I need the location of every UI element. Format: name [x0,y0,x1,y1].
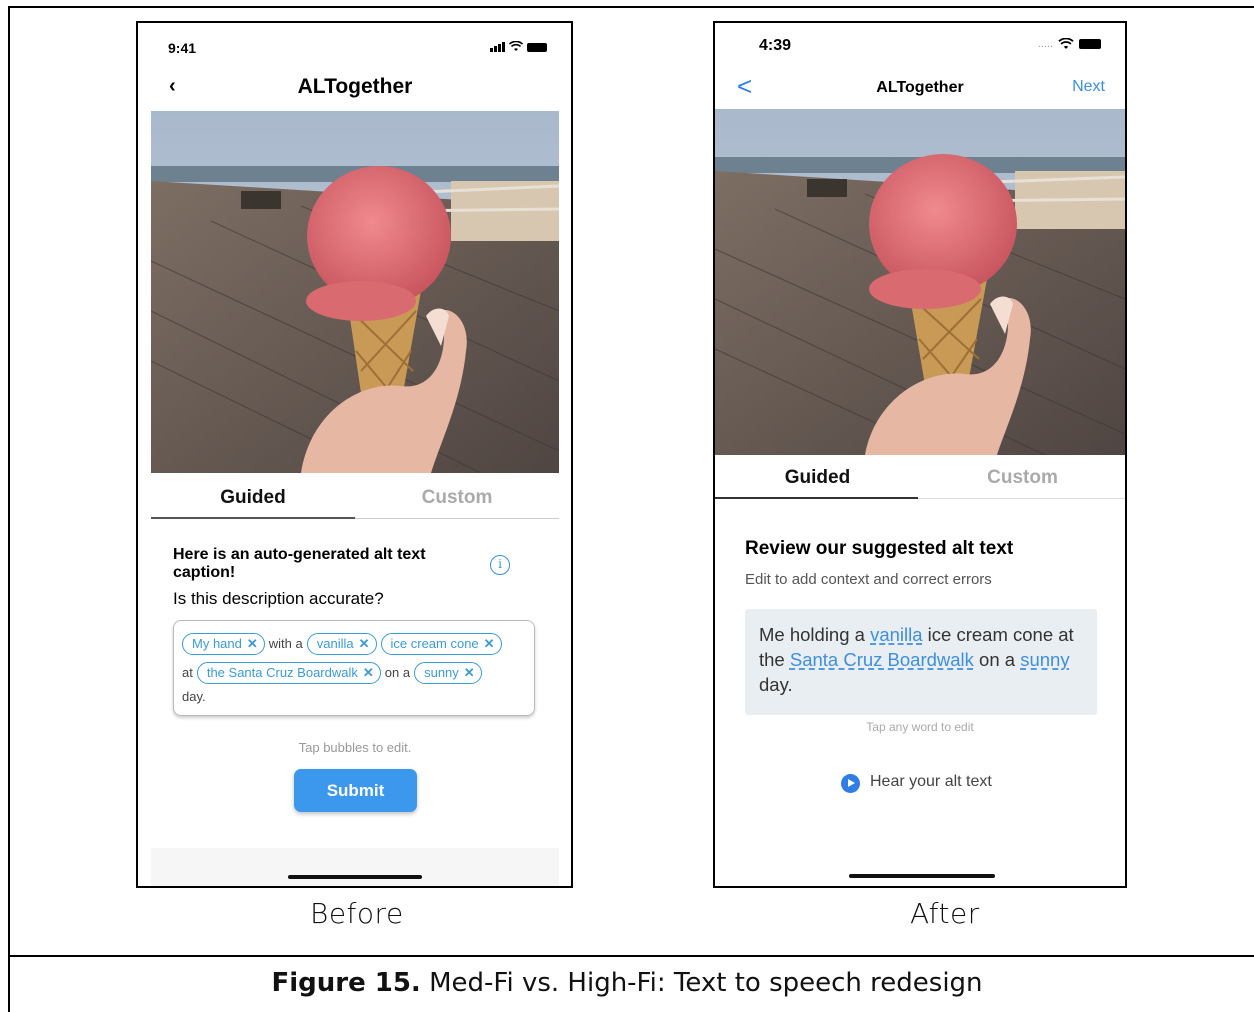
signal-dots: ..... [1037,38,1053,50]
caption-word: with a [268,636,303,651]
wifi-icon [1058,38,1074,49]
review-subheading: Edit to add context and correct errors [745,571,992,588]
home-indicator [288,875,422,879]
edit-hint: Tap bubbles to edit. [298,740,412,755]
home-indicator [849,874,995,878]
status-time: 4:39 [759,37,792,54]
alt-text-segment: on a [973,649,1021,670]
signal-icon [490,42,505,52]
ice-cream-photo [151,111,559,473]
play-icon[interactable] [841,774,860,793]
after-label: After [910,897,980,930]
ice-cream-photo [715,109,1125,455]
remove-icon[interactable]: ✕ [464,665,475,681]
before-label: Before [310,897,404,930]
before-screen: 9:41 ‹ ALTogether Guided Custom Here is … [151,23,559,886]
footer-area [151,848,559,886]
review-heading: Review our suggested alt text [745,538,1014,559]
alt-text-box[interactable]: Me holding a vanilla ice cream cone at t… [745,609,1097,715]
bubble-ice-cream-cone[interactable]: ice cream cone ✕ [380,632,502,655]
bubble-sunny[interactable]: sunny ✕ [414,661,482,684]
figure-caption-text: Med-Fi vs. High-Fi: Text to speech redes… [420,968,983,998]
status-icons [490,41,547,52]
caption-heading: Here is an auto-generated alt text capti… [173,546,426,581]
bubble-my-hand[interactable]: My hand ✕ [182,632,265,655]
tab-guided[interactable]: Guided [715,467,920,489]
info-icon[interactable]: i [490,555,510,575]
remove-icon[interactable]: ✕ [247,636,258,652]
hear-alt-text-button[interactable]: Hear your alt text [870,773,992,791]
figure-caption: Figure 15. Med-Fi vs. High-Fi: Text to s… [0,968,1254,998]
active-tab-indicator [151,517,355,519]
edit-hint: Tap any word to edit [866,720,974,734]
caption-bubbles-box: My hand ✕ with a vanilla ✕ ice cream cone ✕… [173,620,535,716]
figure-number: Figure 15. [271,968,421,998]
caption-line-1: My hand ✕ with a vanilla ✕ ice cream cone ✕ [182,629,526,658]
status-time: 9:41 [168,40,197,56]
caption-line-2: at the Santa Cruz Boardwalk ✕ on a sunny ✕ [182,658,526,687]
bubble-vanilla[interactable]: vanilla ✕ [306,632,377,655]
caption-word: at [182,665,193,680]
app-title: ALTogether [297,75,413,98]
battery-icon [527,43,547,52]
app-title: ALTogether [876,79,964,96]
caption-word: day. [182,689,206,704]
tab-custom[interactable]: Custom [355,487,559,509]
caption-word: on a [384,665,411,680]
editable-word-vanilla[interactable]: vanilla [870,624,922,645]
remove-icon[interactable]: ✕ [363,665,374,681]
accuracy-question: Is this description accurate? [173,589,384,608]
bubble-santa-cruz-boardwalk[interactable]: the Santa Cruz Boardwalk ✕ [196,661,381,684]
alt-text-segment: Me holding a [759,624,871,645]
tab-bar: Guided Custom [715,455,1125,499]
tab-custom[interactable]: Custom [920,467,1125,489]
tab-guided[interactable]: Guided [151,487,355,509]
before-phone-mockup: 9:41 ‹ ALTogether Guided Custom Here is … [136,21,573,888]
tab-bar: Guided Custom [151,481,559,519]
wifi-icon [509,41,523,51]
remove-icon[interactable]: ✕ [359,636,370,652]
editable-word-santa-cruz-boardwalk[interactable]: Santa Cruz Boardwalk [790,649,974,670]
submit-button[interactable]: Submit [294,769,417,812]
remove-icon[interactable]: ✕ [484,636,495,652]
status-icons: ..... [1038,38,1101,50]
caption-divider [8,955,1254,957]
alt-text-segment: day. [759,674,793,695]
next-button[interactable]: Next [1072,78,1105,96]
after-phone-mockup: 4:39 ..... < ALTogether Next Guided Cust… [713,21,1127,888]
active-tab-indicator [715,497,918,499]
battery-icon [1079,39,1101,49]
editable-word-sunny[interactable]: sunny [1020,649,1069,670]
